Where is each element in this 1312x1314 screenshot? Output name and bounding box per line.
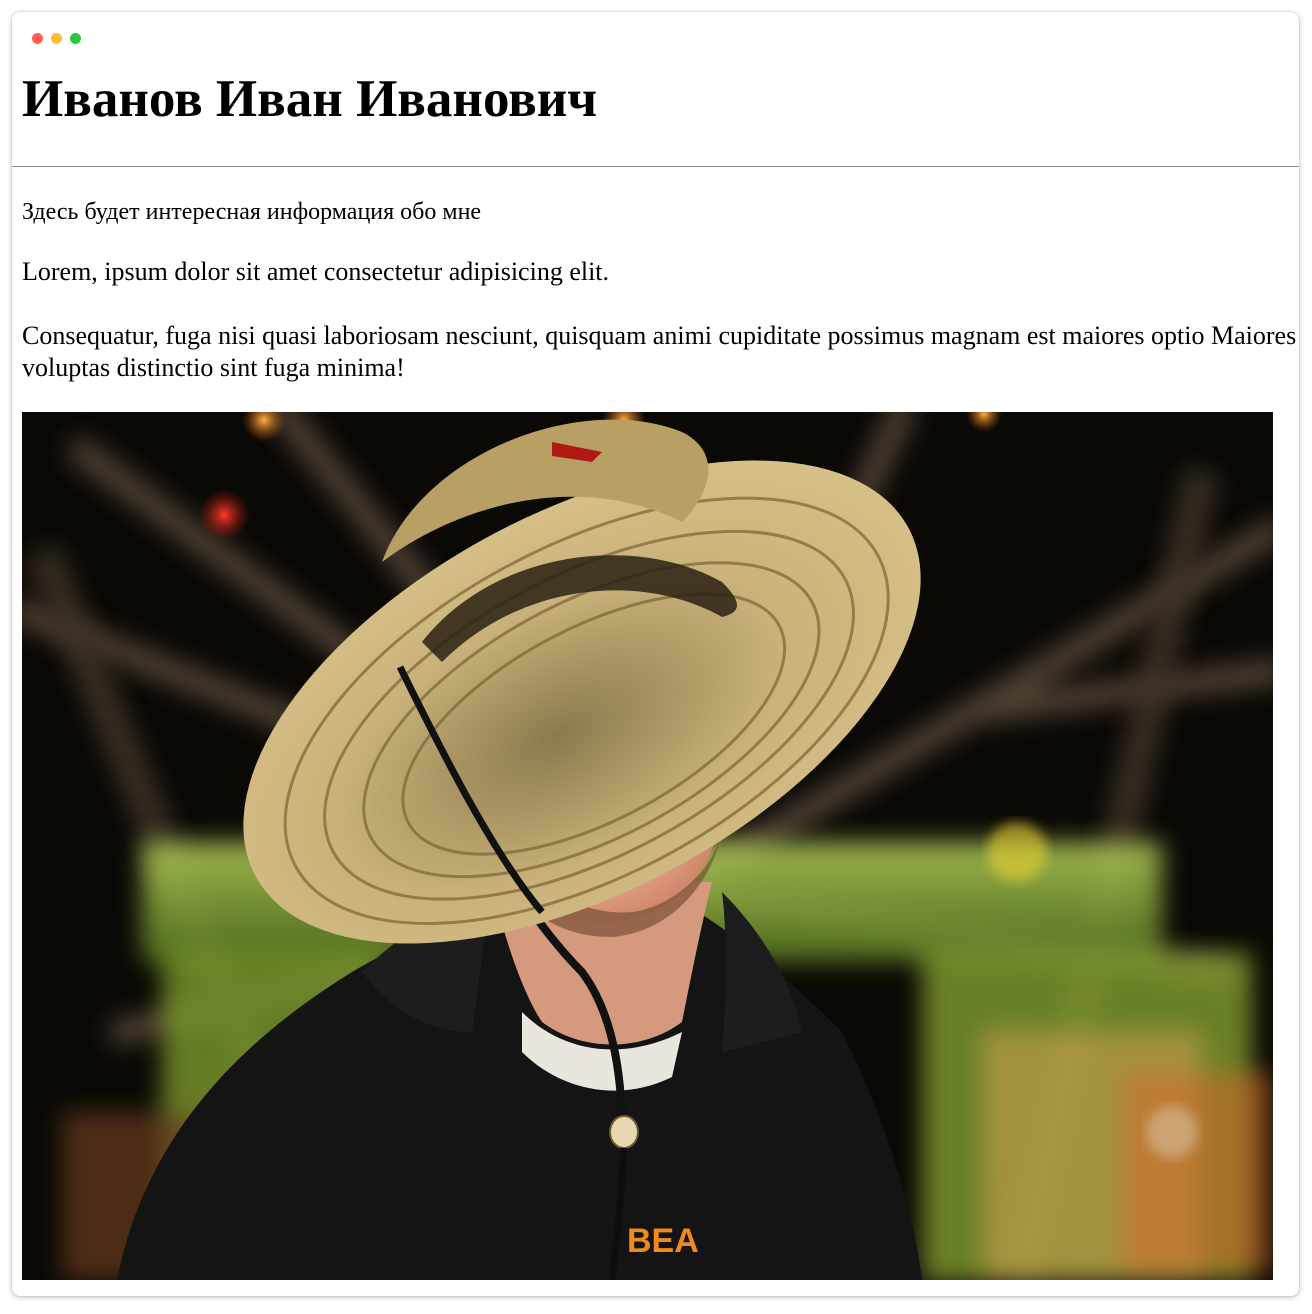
paragraph-2: Consequatur, fuga nisi quasi laboriosam … [22,321,1297,382]
hoodie-print: BEA [627,1222,699,1260]
minimize-window-icon[interactable] [51,33,62,44]
window-controls [32,33,81,44]
divider [12,166,1299,167]
profile-photo: BEA [22,412,1273,1280]
page-title: Иванов Иван Иванович [22,70,598,128]
intro-text: Здесь будет интересная информация обо мн… [22,199,482,225]
close-window-icon[interactable] [32,33,43,44]
paragraph-1: Lorem, ipsum dolor sit amet consectetur … [22,257,610,286]
maximize-window-icon[interactable] [70,33,81,44]
browser-window: Иванов Иван Иванович Здесь будет интерес… [12,12,1299,1296]
